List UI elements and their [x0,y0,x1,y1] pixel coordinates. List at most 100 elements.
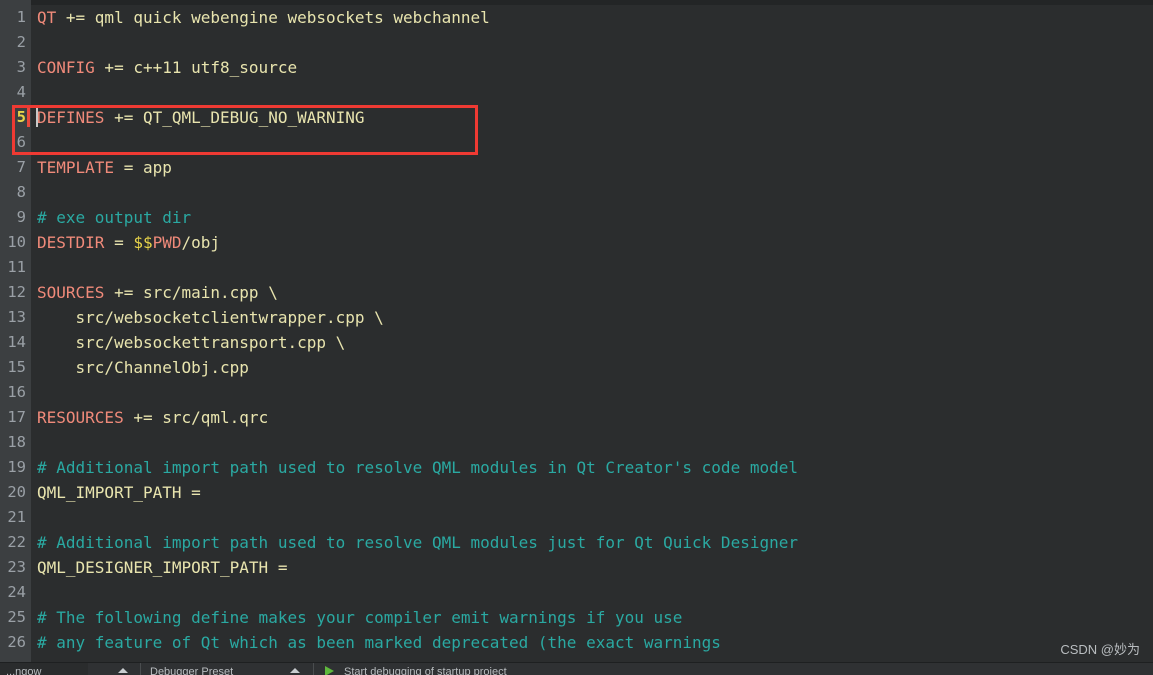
kit-selector-chevron-icon[interactable] [118,668,128,673]
code-line[interactable]: 12 SOURCES += src/main.cpp \ [0,280,1153,305]
run-debug-icon[interactable] [325,666,334,675]
code-line-text: RESOURCES += src/qml.qrc [37,405,268,430]
line-number: 15 [7,358,26,376]
code-token: # any feature of Qt which as been marked… [37,633,721,652]
code-line[interactable]: 21 [0,505,1153,530]
status-separator-2 [313,663,314,675]
code-token: # Additional import path used to resolve… [37,458,798,477]
code-token: $$ [133,233,153,252]
text-caret [36,107,38,127]
line-number: 8 [16,183,26,201]
code-token: src/main.cpp \ [142,283,278,302]
code-line-text: QML_DESIGNER_IMPORT_PATH = [37,555,287,580]
line-number: 23 [7,558,26,576]
code-token: += [94,58,134,77]
line-number: 4 [16,83,26,101]
code-token: QML_DESIGNER_IMPORT_PATH = [37,558,288,577]
code-token: # The following define makes your compil… [37,608,683,627]
code-line-text: QML_IMPORT_PATH = [37,480,201,505]
code-line[interactable]: 3 CONFIG += c++11 utf8_source [0,55,1153,80]
code-token: DEFINES [37,108,105,127]
code-line[interactable]: 24 [0,580,1153,605]
code-line[interactable]: 14 src/websockettransport.cpp \ [0,330,1153,355]
bookmark-marker-icon [27,106,30,127]
code-line[interactable]: 15 src/ChannelObj.cpp [0,355,1153,380]
code-token: QT_QML_DEBUG_NO_WARNING [142,108,365,127]
code-line-text: src/websockettransport.cpp \ [37,330,346,355]
code-line[interactable]: 9 # exe output dir [0,205,1153,230]
status-separator [140,663,141,675]
code-token: += [104,283,143,302]
code-line[interactable]: 4 [0,80,1153,105]
code-line[interactable]: 2 [0,30,1153,55]
code-line[interactable]: 23 QML_DESIGNER_IMPORT_PATH = [0,555,1153,580]
code-token: src/websocketclientwrapper.cpp \ [37,308,384,327]
line-number: 20 [7,483,26,501]
code-line-text: src/websocketclientwrapper.cpp \ [37,305,384,330]
line-number: 21 [7,508,26,526]
code-line[interactable]: 19 # Additional import path used to resol… [0,455,1153,480]
code-token: SOURCES [37,283,105,302]
code-token: # exe output dir [37,208,192,227]
code-token: DESTDIR [37,233,105,252]
code-token: QML_IMPORT_PATH = [37,483,201,502]
code-line[interactable]: 5 DEFINES += QT_QML_DEBUG_NO_WARNING [0,105,1153,130]
code-line[interactable]: 25 # The following define makes your comp… [0,605,1153,630]
code-line[interactable]: 11 [0,255,1153,280]
code-line[interactable]: 10 DESTDIR = $$PWD/obj [0,230,1153,255]
code-token: QT [37,8,57,27]
code-token: src/websockettransport.cpp \ [37,333,346,352]
status-kit-label[interactable]: ...ngow [6,666,41,675]
code-line[interactable]: 20 QML_IMPORT_PATH = [0,480,1153,505]
code-line[interactable]: 22 # Additional import path used to resol… [0,530,1153,555]
code-line[interactable]: 13 src/websocketclientwrapper.cpp \ [0,305,1153,330]
code-token: RESOURCES [37,408,124,427]
line-number: 13 [7,308,26,326]
code-line-text: SOURCES += src/main.cpp \ [37,280,278,305]
line-number: 5 [16,108,26,126]
code-line[interactable]: 1 QT += qml quick webengine websockets we… [0,5,1153,30]
line-number: 1 [16,8,26,26]
code-text-area[interactable]: 1 QT += qml quick webengine websockets we… [0,5,1153,662]
line-number: 18 [7,433,26,451]
code-line-text: DEFINES += QT_QML_DEBUG_NO_WARNING [37,105,365,130]
code-token: += [104,108,143,127]
debugger-preset-chevron-icon[interactable] [290,668,300,673]
code-token: src/qml.qrc [162,408,269,427]
line-number: 22 [7,533,26,551]
code-token: = [114,158,143,177]
line-number: 16 [7,383,26,401]
code-line[interactable]: 6 [0,130,1153,155]
status-bar: ...ngow Debugger Preset Start debugging … [0,662,1153,675]
code-line[interactable]: 17 RESOURCES += src/qml.qrc [0,405,1153,430]
code-line-text: src/ChannelObj.cpp [37,355,249,380]
code-token: += [123,408,163,427]
code-line-text: QT += qml quick webengine websockets web… [37,5,490,30]
code-token: app [142,158,172,177]
code-line-text: TEMPLATE = app [37,155,172,180]
line-number: 11 [7,258,26,276]
code-editor[interactable]: 1 QT += qml quick webengine websockets we… [0,5,1153,662]
code-line-text: # exe output dir [37,205,191,230]
code-token: += [56,8,95,27]
code-line[interactable]: 8 [0,180,1153,205]
qt-creator-window: 1 QT += qml quick webengine websockets we… [0,0,1153,675]
code-token: # Additional import path used to resolve… [37,533,798,552]
status-debugger-preset-label[interactable]: Debugger Preset [150,666,233,675]
line-number: 26 [7,633,26,651]
code-line[interactable]: 18 [0,430,1153,455]
line-number: 7 [16,158,26,176]
status-run-label[interactable]: Start debugging of startup project [344,666,507,675]
line-number: 2 [16,33,26,51]
code-token: = [104,233,134,252]
code-line-text: # The following define makes your compil… [37,605,682,630]
code-line-text: # Additional import path used to resolve… [37,530,798,555]
line-number: 6 [16,133,26,151]
code-line[interactable]: 7 TEMPLATE = app [0,155,1153,180]
code-line[interactable]: 16 [0,380,1153,405]
code-line[interactable]: 26 # any feature of Qt which as been mark… [0,630,1153,655]
code-token: PWD [152,233,182,252]
watermark: CSDN @妙为 [1060,642,1140,657]
code-line-text: # Additional import path used to resolve… [37,455,798,480]
line-number: 14 [7,333,26,351]
